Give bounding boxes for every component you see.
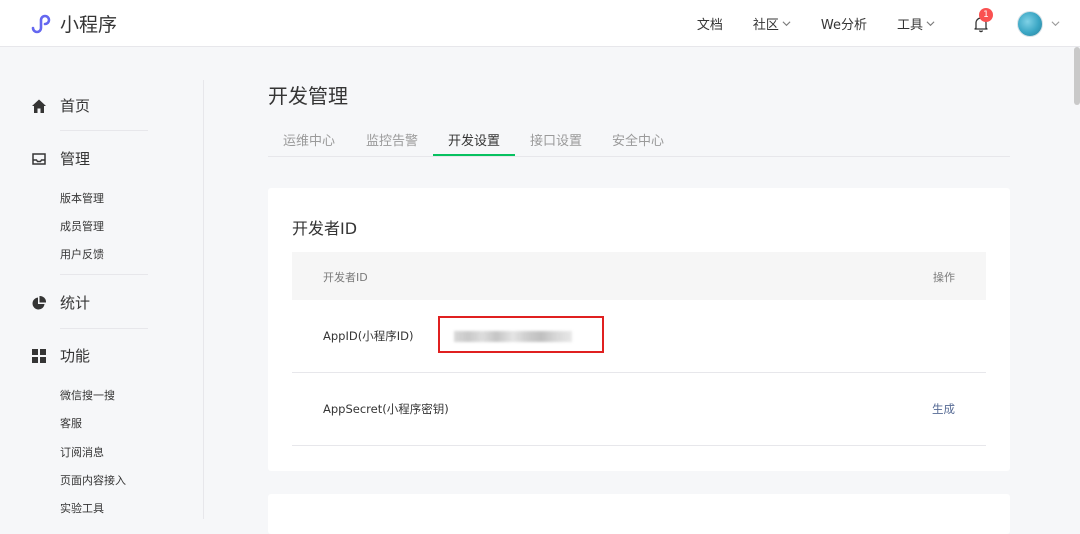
active-tab-indicator — [433, 154, 515, 156]
table-row-appsecret: AppSecret(小程序密钥) 生成 — [292, 373, 986, 446]
next-card — [268, 494, 1010, 534]
sidebar-divider — [60, 328, 148, 329]
pie-chart-icon — [30, 294, 48, 312]
top-nav: 文档 社区 We分析 工具 1 — [697, 0, 1060, 47]
nav-analysis[interactable]: We分析 — [821, 14, 867, 33]
appid-label: AppID(小程序ID) — [323, 329, 414, 343]
logo-text: 小程序 — [60, 14, 118, 36]
inbox-icon — [30, 150, 48, 168]
column-header-id: 开发者ID — [323, 271, 368, 284]
sidebar-item-stats[interactable]: 统计 — [30, 292, 90, 313]
nav-tools-label: 工具 — [896, 18, 923, 33]
sidebar-divider — [60, 274, 148, 275]
scrollbar-thumb[interactable] — [1074, 47, 1080, 105]
sidebar-subitem-subscribe-message[interactable]: 订阅消息 — [60, 444, 104, 460]
sidebar-item-manage[interactable]: 管理 — [30, 148, 90, 169]
sidebar-item-home[interactable]: 首页 — [30, 95, 90, 116]
nav-tools[interactable]: 工具 — [897, 14, 935, 33]
tab-dev-settings[interactable]: 开发设置 — [448, 130, 500, 149]
tab-api-settings[interactable]: 接口设置 — [530, 130, 582, 149]
sidebar-subitem-version[interactable]: 版本管理 — [60, 190, 104, 206]
notification-button[interactable]: 1 — [971, 7, 993, 34]
nav-community-label: 社区 — [752, 18, 779, 33]
developer-id-card: 开发者ID 开发者ID 操作 AppID(小程序ID) AppSecret(小程… — [268, 188, 1010, 471]
appsecret-label: AppSecret(小程序密钥) — [323, 402, 449, 416]
sidebar-item-features[interactable]: 功能 — [30, 345, 90, 366]
logo[interactable]: 小程序 — [30, 10, 117, 37]
page-title: 开发管理 — [268, 84, 348, 108]
sidebar-subitem-page-content[interactable]: 页面内容接入 — [60, 472, 126, 488]
grid-icon — [30, 347, 48, 365]
tab-bar: 运维中心 监控告警 开发设置 接口设置 安全中心 — [268, 126, 1010, 157]
nav-analysis-label: We分析 — [820, 18, 867, 33]
notification-badge: 1 — [979, 7, 993, 22]
card-title: 开发者ID — [292, 219, 358, 238]
chevron-down-icon — [782, 21, 791, 27]
tab-security[interactable]: 安全中心 — [612, 130, 664, 149]
sidebar-subitem-members[interactable]: 成员管理 — [60, 218, 104, 234]
home-icon — [30, 97, 48, 115]
sidebar-subitem-wechat-search[interactable]: 微信搜一搜 — [60, 387, 115, 403]
sidebar-divider — [60, 130, 148, 131]
nav-docs-label: 文档 — [696, 18, 723, 33]
sidebar-subitem-feedback[interactable]: 用户反馈 — [60, 246, 104, 262]
tab-operations[interactable]: 运维中心 — [283, 130, 335, 149]
top-bar: 小程序 文档 社区 We分析 工具 1 — [0, 0, 1080, 47]
nav-community[interactable]: 社区 — [753, 14, 791, 33]
highlight-box — [438, 316, 604, 353]
sidebar-subitem-lab-tools[interactable]: 实验工具 — [60, 500, 104, 516]
mini-program-logo-icon — [31, 14, 51, 33]
sidebar: 首页 管理 版本管理 成员管理 用户反馈 统计 功能 微信搜一搜 客服 订阅消息… — [0, 47, 204, 519]
sidebar-subitem-customer-service[interactable]: 客服 — [60, 415, 82, 431]
sidebar-item-label: 统计 — [60, 294, 91, 312]
avatar — [1017, 10, 1043, 37]
sidebar-item-label: 管理 — [60, 150, 91, 168]
sidebar-item-label: 功能 — [60, 347, 91, 365]
chevron-down-icon — [926, 21, 935, 27]
generate-secret-link[interactable]: 生成 — [932, 401, 955, 417]
chevron-down-icon — [1051, 21, 1060, 27]
sidebar-border — [203, 80, 204, 519]
nav-docs[interactable]: 文档 — [697, 14, 723, 33]
sidebar-item-label: 首页 — [60, 97, 91, 115]
account-menu[interactable] — [1017, 10, 1060, 37]
table-row-appid: AppID(小程序ID) — [292, 300, 986, 373]
table-header: 开发者ID 操作 — [292, 252, 986, 300]
column-header-action: 操作 — [933, 271, 955, 284]
tab-monitoring[interactable]: 监控告警 — [366, 130, 418, 149]
